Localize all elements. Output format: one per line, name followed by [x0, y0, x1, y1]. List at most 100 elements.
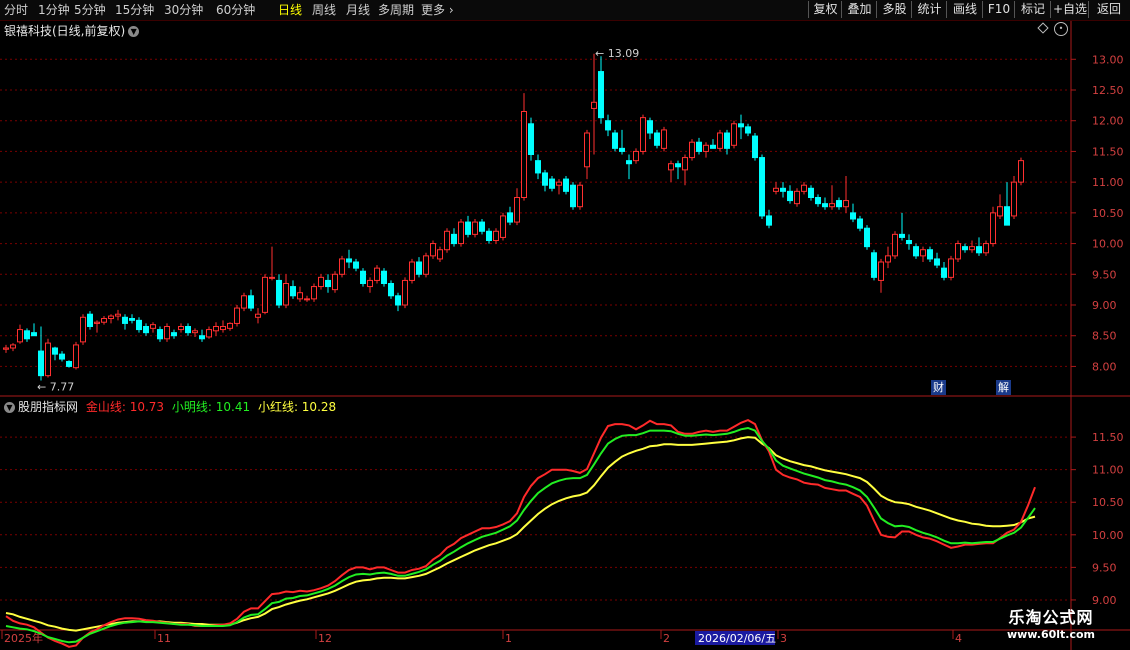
candle-body — [577, 184, 583, 208]
candle-body — [262, 276, 268, 313]
price-tick-label: 11.00 — [1092, 176, 1124, 189]
date-label: 2 — [663, 632, 670, 645]
watermark-url: www.60lt.com — [1006, 628, 1096, 641]
period-tab-5[interactable]: 60分钟 — [216, 2, 255, 18]
candle-body — [227, 322, 233, 329]
candle-body — [451, 233, 457, 245]
finance-badge[interactable]: 财 — [931, 380, 946, 395]
indicator-tick-label: 10.00 — [1092, 529, 1124, 542]
period-tab-7[interactable]: 周线 — [312, 2, 336, 18]
candle-body — [108, 315, 114, 320]
stock-title[interactable]: 银禧科技(日线,前复权) ▼ — [4, 22, 140, 39]
indicator-name: 股朋指标网 — [18, 400, 79, 414]
candle-body — [661, 129, 667, 149]
date-label: 12 — [318, 632, 332, 645]
candle-body — [248, 295, 254, 309]
candle-body — [493, 230, 499, 242]
candle-body — [157, 329, 163, 340]
toolbar-button-1[interactable]: 叠加 — [841, 1, 877, 18]
candle-body — [367, 279, 373, 288]
chart-area[interactable]: 13.00 12.50 12.00 11.50 11.00 10.50 10.00 9.50 9… — [0, 21, 1130, 650]
candle-body — [17, 329, 23, 343]
candle-body — [101, 318, 107, 323]
candle-body — [668, 163, 674, 171]
period-tab-8[interactable]: 月线 — [346, 2, 370, 18]
watermark: 乐淘公式网 www.60lt.com — [986, 604, 1116, 641]
toolbar-button-3[interactable]: 统计 — [911, 1, 947, 18]
unlock-badge[interactable]: 解 — [996, 380, 1011, 395]
candle-body — [703, 144, 709, 152]
candle-body — [374, 267, 380, 281]
candle-body — [507, 212, 513, 223]
period-tab-6[interactable]: 日线 — [278, 2, 302, 18]
candle-body — [73, 344, 79, 369]
candle-body — [339, 258, 345, 275]
candle-body — [605, 120, 611, 131]
candle-body — [682, 157, 688, 171]
stock-title-text: 银禧科技(日线,前复权) — [4, 24, 126, 38]
candle-body — [598, 71, 604, 119]
candle-body — [423, 255, 429, 275]
candle-body — [591, 101, 597, 109]
candle-body — [395, 295, 401, 306]
watermark-title: 乐淘公式网 — [1008, 608, 1094, 627]
candle-body — [199, 335, 205, 340]
candle-body — [486, 230, 492, 242]
candle-body — [640, 117, 646, 152]
candle-body — [766, 215, 772, 226]
candle-body — [269, 276, 275, 279]
period-tab-4[interactable]: 30分钟 — [164, 2, 203, 18]
toolbar-button-0[interactable]: 复权 — [808, 1, 842, 18]
candle-body — [920, 249, 926, 257]
candle-body — [878, 261, 884, 281]
period-tab-0[interactable]: 分时 — [4, 2, 28, 18]
candle-body — [535, 160, 541, 174]
settings-circle-icon[interactable]: • — [1054, 22, 1068, 36]
date-label: 1 — [505, 632, 512, 645]
candle-body — [1018, 160, 1024, 183]
candle-body — [745, 126, 751, 134]
period-tab-9[interactable]: 多周期 — [378, 2, 414, 18]
toolbar: 分时 1分钟 5分钟 15分钟 30分钟 60分钟 日线 周线 月线 多周期 更多 › 复权 叠加 多股统… — [0, 0, 1130, 21]
indicator-tick-label: 11.00 — [1092, 464, 1124, 477]
toolbar-button-7[interactable]: +自选 — [1050, 1, 1089, 18]
candle-body — [675, 163, 681, 168]
chevron-down-icon[interactable]: ▼ — [4, 402, 15, 413]
candle-body — [304, 298, 310, 301]
period-tab-1[interactable]: 1分钟 — [38, 2, 70, 18]
candle-body — [500, 215, 506, 238]
indicator-line-gold: 金山线: 10.73 — [85, 400, 165, 414]
candle-body — [346, 258, 352, 263]
toolbar-button-5[interactable]: F10 — [982, 1, 1015, 18]
candle-body — [808, 187, 814, 199]
candle-body — [990, 212, 996, 245]
period-tab-2[interactable]: 5分钟 — [74, 2, 106, 18]
candle-body — [206, 329, 212, 338]
candle-body — [927, 249, 933, 260]
toolbar-button-2[interactable]: 多股 — [876, 1, 912, 18]
candle-body — [906, 240, 912, 245]
period-tab-10[interactable]: 更多 › — [421, 2, 454, 18]
toolbar-button-6[interactable]: 标记 — [1014, 1, 1051, 18]
candle-body — [381, 270, 387, 284]
candle-body — [934, 258, 940, 266]
candle-body — [913, 246, 919, 257]
candle-body — [353, 261, 359, 269]
candle-body — [388, 283, 394, 297]
candle-body — [122, 316, 128, 324]
candle-body — [416, 261, 422, 275]
period-tab-3[interactable]: 15分钟 — [115, 2, 154, 18]
chevron-down-icon[interactable]: ▼ — [128, 26, 140, 37]
price-tick-label: 9.50 — [1092, 268, 1117, 281]
candle-body — [829, 203, 835, 208]
low-price-label: ← 7.77 — [37, 381, 74, 394]
candle-body — [948, 258, 954, 278]
toolbar-button-8[interactable]: 返回 — [1088, 1, 1129, 18]
indicator-tick-label: 11.50 — [1092, 431, 1124, 444]
candle-body — [360, 270, 366, 284]
candle-body — [584, 132, 590, 168]
toolbar-button-4[interactable]: 画线 — [946, 1, 983, 18]
candle-body — [171, 332, 177, 337]
indicator-title[interactable]: ▼ 股朋指标网 金山线: 10.73 小明线: 10.41 小红线: 10.28 — [4, 398, 336, 415]
candle-body — [871, 252, 877, 278]
